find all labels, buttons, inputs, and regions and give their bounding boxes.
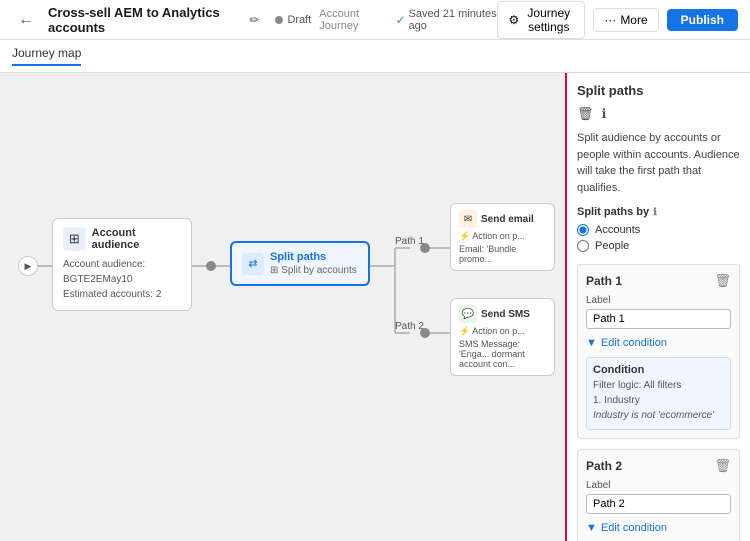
radio-accounts-input[interactable] bbox=[577, 224, 589, 236]
sub-bar: Journey map bbox=[0, 40, 750, 73]
journey-settings-button[interactable]: ⚙ Journey settings bbox=[497, 1, 585, 39]
audience-node-title: Account audience bbox=[92, 227, 181, 251]
draft-status: Draft bbox=[287, 14, 311, 26]
split-by-label: Split paths by ℹ bbox=[577, 206, 740, 218]
saved-text: Saved 21 minutes ago bbox=[409, 8, 498, 32]
split-node[interactable]: ⇄ Split paths ⊞ Split by accounts bbox=[230, 241, 370, 286]
edit-icon[interactable]: ✏ bbox=[249, 13, 259, 27]
path2-header: Path 2 🗑 bbox=[586, 458, 731, 474]
panel-info-button[interactable]: ℹ bbox=[602, 106, 607, 122]
panel-title: Split paths bbox=[577, 83, 740, 98]
right-panel: Split paths 🗑 ℹ Split audience by accoun… bbox=[565, 73, 750, 541]
radio-accounts-label: Accounts bbox=[595, 224, 640, 236]
path2-edit-condition-button[interactable]: ▼ Edit condition bbox=[586, 522, 667, 534]
sms-node[interactable]: 💬 Send SMS ⚡ Action on p... SMS Message:… bbox=[450, 298, 555, 376]
email-node-sub: ⚡ Action on p... bbox=[459, 231, 546, 242]
breadcrumb: Account Journey bbox=[319, 8, 387, 32]
path1-header: Path 1 🗑 bbox=[586, 273, 731, 289]
sms-icon: 💬 bbox=[459, 305, 477, 323]
more-button[interactable]: ··· More bbox=[593, 8, 658, 32]
more-label: More bbox=[620, 13, 647, 27]
estimated-value: 2 bbox=[156, 289, 162, 300]
saved-check-icon: ✓ bbox=[395, 13, 405, 27]
estimated-label: Estimated accounts: bbox=[63, 289, 153, 300]
radio-people-label: People bbox=[595, 240, 629, 252]
email-node-header: ✉ Send email bbox=[459, 210, 546, 228]
audience-label: Account audience: bbox=[63, 259, 145, 270]
email-icon: ✉ bbox=[459, 210, 477, 228]
email-node-title: Send email bbox=[481, 214, 534, 225]
panel-icons: 🗑 ℹ bbox=[577, 106, 740, 122]
filter-icon: ▼ bbox=[586, 337, 597, 349]
sms-node-header: 💬 Send SMS bbox=[459, 305, 546, 323]
path1-input[interactable] bbox=[586, 309, 731, 329]
canvas-area: ▶ ⊞ Account audience Account audience: B… bbox=[0, 73, 565, 541]
top-bar-right: ⚙ Journey settings ··· More Publish bbox=[497, 1, 738, 39]
panel-description: Split audience by accounts or people wit… bbox=[577, 130, 740, 196]
audience-node[interactable]: ⊞ Account audience Account audience: BGT… bbox=[52, 218, 192, 311]
split-icon: ⇄ bbox=[242, 253, 264, 275]
play-button[interactable]: ▶ bbox=[18, 256, 38, 276]
path1-condition-title: Condition bbox=[593, 364, 724, 376]
journey-settings-label: Journey settings bbox=[523, 6, 574, 34]
path1-edit-condition-button[interactable]: ▼ Edit condition bbox=[586, 337, 667, 349]
sms-node-detail: SMS Message: 'Enga... dormant account co… bbox=[459, 339, 546, 369]
path1-condition-industry: Industry is not 'ecommerce' bbox=[593, 410, 714, 421]
page-title: Cross-sell AEM to Analytics accounts bbox=[48, 5, 241, 35]
tab-journey-map[interactable]: Journey map bbox=[12, 46, 81, 66]
path2-delete-button[interactable]: 🗑 bbox=[714, 458, 731, 474]
edit-condition2-label: Edit condition bbox=[601, 522, 667, 534]
path1-title: Path 1 bbox=[586, 274, 622, 288]
path1-condition-detail: Filter logic: All filters 1. Industry In… bbox=[593, 378, 724, 423]
top-bar: ← Cross-sell AEM to Analytics accounts ✏… bbox=[0, 0, 750, 40]
path2-canvas-label: Path 2 bbox=[395, 321, 424, 332]
split-info-icon: ℹ bbox=[653, 207, 657, 218]
top-bar-left: ← Cross-sell AEM to Analytics accounts ✏… bbox=[12, 5, 497, 35]
path2-label-text: Label bbox=[586, 480, 731, 491]
path1-section: Path 1 🗑 Label ▼ Edit condition Conditio… bbox=[577, 264, 740, 439]
main-layout: ▶ ⊞ Account audience Account audience: B… bbox=[0, 73, 750, 541]
path1-label-text: Label bbox=[586, 295, 731, 306]
email-node[interactable]: ✉ Send email ⚡ Action on p... Email: 'Bu… bbox=[450, 203, 555, 271]
split-node-sub: ⊞ Split by accounts bbox=[270, 265, 357, 276]
path1-delete-button[interactable]: 🗑 bbox=[714, 273, 731, 289]
path2-section: Path 2 🗑 Label ▼ Edit condition Conditio… bbox=[577, 449, 740, 541]
path2-title: Path 2 bbox=[586, 459, 622, 473]
path1-canvas-label: Path 1 bbox=[395, 236, 424, 247]
more-dots-icon: ··· bbox=[604, 13, 616, 27]
edit-condition-label: Edit condition bbox=[601, 337, 667, 349]
radio-people-input[interactable] bbox=[577, 240, 589, 252]
audience-node-body: Account audience: BGTE2EMay10 Estimated … bbox=[63, 257, 181, 302]
radio-group: Accounts People bbox=[577, 224, 740, 252]
radio-people: People bbox=[577, 240, 740, 252]
panel-delete-button[interactable]: 🗑 bbox=[577, 106, 594, 122]
audience-icon: ⊞ bbox=[63, 227, 86, 251]
split-node-title: Split paths bbox=[270, 251, 357, 263]
status-dot bbox=[275, 16, 283, 24]
filter2-icon: ▼ bbox=[586, 522, 597, 534]
audience-value: BGTE2EMay10 bbox=[63, 274, 132, 285]
sms-node-sub: ⚡ Action on p... bbox=[459, 326, 546, 337]
split-node-header: ⇄ Split paths ⊞ Split by accounts bbox=[242, 251, 358, 276]
publish-button[interactable]: Publish bbox=[667, 9, 738, 31]
back-button[interactable]: ← bbox=[12, 9, 40, 31]
radio-accounts: Accounts bbox=[577, 224, 740, 236]
path2-input[interactable] bbox=[586, 494, 731, 514]
path1-condition-box: Condition Filter logic: All filters 1. I… bbox=[586, 357, 731, 430]
settings-icon: ⚙ bbox=[508, 13, 519, 27]
audience-node-header: ⊞ Account audience bbox=[63, 227, 181, 251]
split-by-text: Split paths by bbox=[577, 206, 649, 218]
sms-node-title: Send SMS bbox=[481, 309, 530, 320]
email-node-detail: Email: 'Bundle promo... bbox=[459, 244, 546, 264]
